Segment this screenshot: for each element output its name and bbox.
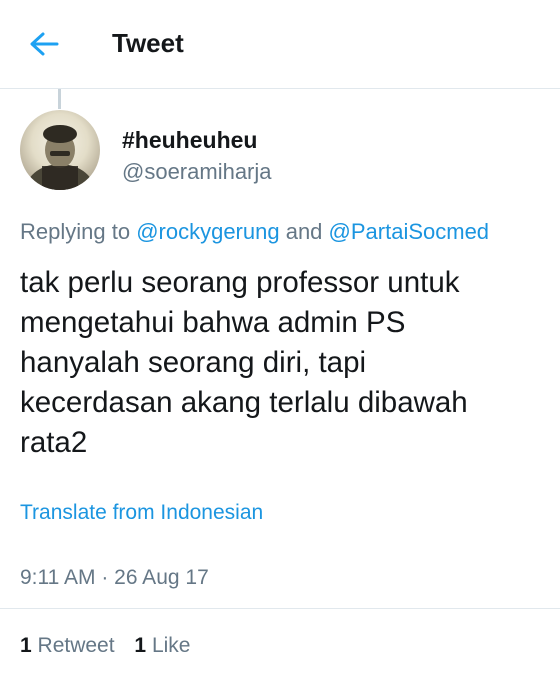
top-app-bar: Tweet xyxy=(0,0,560,89)
arrow-left-icon xyxy=(30,32,59,56)
replying-to-connector: and xyxy=(279,219,329,244)
translate-link[interactable]: Translate from Indonesian xyxy=(20,501,263,525)
likes-count: 1 xyxy=(134,634,147,657)
likes-stat[interactable]: 1 Like xyxy=(134,634,190,657)
author-handle[interactable]: @soeramiharja xyxy=(122,159,272,185)
tweet-timestamp: 9:11 AM · 26 Aug 17 xyxy=(20,566,209,589)
back-button[interactable] xyxy=(24,26,64,62)
replying-to-line: Replying to @rockygerung and @PartaiSocm… xyxy=(20,219,489,245)
tweet-text: tak perlu seorang professor untuk menget… xyxy=(20,266,468,459)
retweets-label: Retweet xyxy=(37,634,115,657)
author-display-name[interactable]: #heuheuheu xyxy=(122,127,257,154)
avatar-photo xyxy=(24,125,96,190)
mention-link[interactable]: @rockygerung xyxy=(136,219,279,244)
mention-link[interactable]: @PartaiSocmed xyxy=(329,219,490,244)
retweets-stat[interactable]: 1 Retweet xyxy=(20,634,115,657)
likes-label: Like xyxy=(151,634,191,657)
retweets-count: 1 xyxy=(20,634,32,657)
avatar[interactable] xyxy=(20,110,100,190)
engagement-stats: 1 Retweet 1 Like xyxy=(20,634,204,658)
replying-to-prefix: Replying to xyxy=(20,219,137,244)
page-title: Tweet xyxy=(112,28,184,58)
divider xyxy=(0,608,560,609)
reply-thread-line xyxy=(58,89,61,109)
